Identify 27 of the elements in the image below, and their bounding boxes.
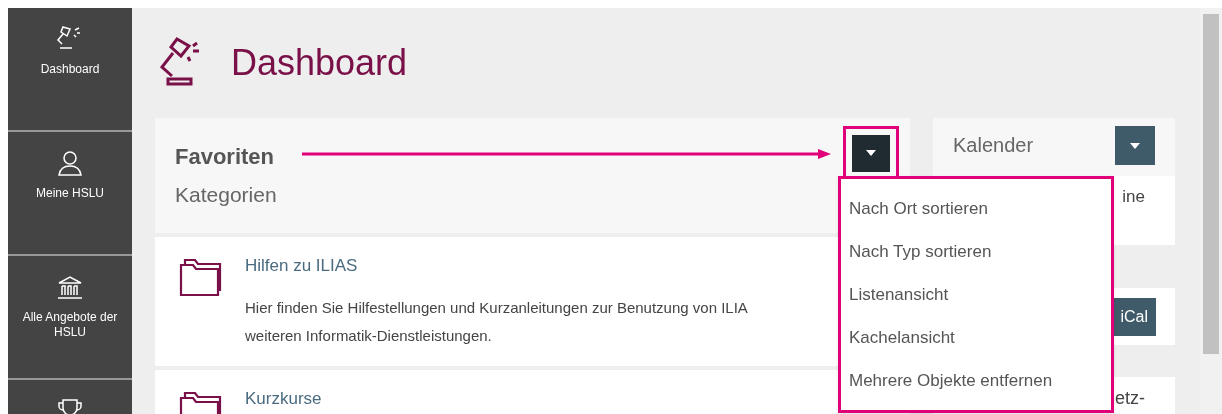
sidebar-label: Dashboard (39, 62, 101, 77)
panel-text: etz- (1115, 387, 1145, 410)
favorites-title: Favoriten (175, 146, 275, 168)
calendar-text: ine (1122, 186, 1145, 208)
menu-item[interactable]: Kachelansicht (841, 316, 1111, 359)
caret-icon (1130, 142, 1140, 149)
sidebar-label: Meine HSLU (35, 186, 105, 201)
favorites-dropdown-button[interactable] (852, 134, 890, 172)
calendar-title: Kalender (953, 133, 1034, 158)
item-description: Hier finden Sie Hilfestellungen und Kurzanleitungen zur Benutzung von ILIA weiteren Informatik-Dienstleistungen. (245, 298, 748, 346)
sidebar-item[interactable]: Dashboard (8, 8, 132, 130)
item-link[interactable]: Hilfen zu ILIAS (245, 257, 748, 274)
person-icon (55, 148, 85, 178)
menu-item[interactable]: Nach Typ sortieren (841, 230, 1111, 273)
item-link[interactable]: Kurzkurse (245, 390, 322, 407)
caret-icon (866, 150, 876, 156)
sidebar-item[interactable]: Alle Angebote der HSLU (8, 256, 132, 378)
menu-item[interactable]: Nach Ort sortieren (841, 187, 1111, 230)
ical-button[interactable]: iCal (1112, 297, 1156, 336)
section-heading: Kategorien (175, 184, 277, 205)
scrollbar-thumb[interactable] (1203, 14, 1219, 354)
menu-item[interactable]: Listenansicht (841, 273, 1111, 316)
page-title: Dashboard (231, 41, 408, 85)
menu-item[interactable]: Mehrere Objekte entfernen (841, 359, 1111, 402)
sidebar-label: Alle Angebote der HSLU (21, 310, 119, 340)
sidebar-item[interactable]: Meine HSLU (8, 132, 132, 254)
calendar-dropdown-button[interactable] (1115, 126, 1155, 165)
